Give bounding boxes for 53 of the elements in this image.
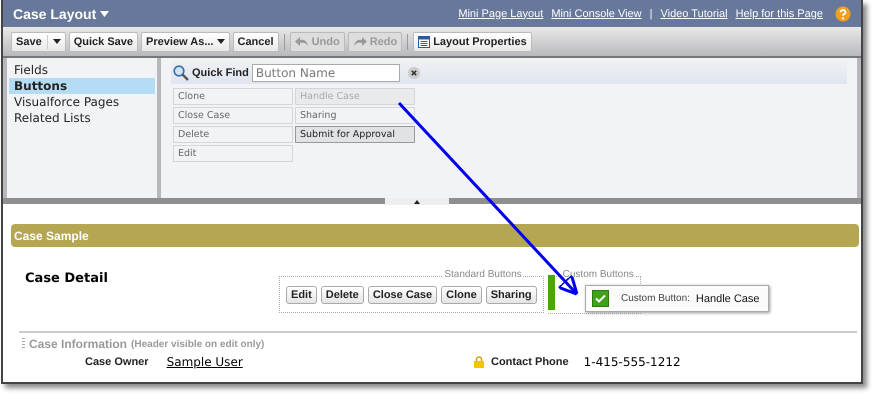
- redo-icon: [352, 36, 367, 47]
- field-value: 1-415-555-1212: [584, 355, 681, 369]
- layout-button[interactable]: Delete: [320, 286, 364, 304]
- palette-button-item[interactable]: Edit: [173, 145, 293, 162]
- field-label: Case Owner: [85, 356, 149, 368]
- group-legend: Standard Buttons: [443, 269, 523, 280]
- dragged-button-item[interactable]: Custom Button: Handle Case: [585, 285, 769, 312]
- header-link[interactable]: Help for this Page: [736, 8, 823, 20]
- section-title: Case Sample: [14, 228, 89, 242]
- palette-button-item[interactable]: Submit for Approval: [295, 126, 415, 143]
- layout-button[interactable]: Clone: [441, 286, 482, 304]
- palette-button-item[interactable]: Close Case: [173, 107, 293, 124]
- search-icon: [173, 64, 189, 80]
- layout-button[interactable]: Sharing: [486, 286, 537, 304]
- group-legend: Custom Buttons: [562, 269, 635, 280]
- layout-button[interactable]: Edit: [286, 286, 317, 304]
- properties-icon: [418, 36, 430, 48]
- toolbar-button[interactable]: Preview As...: [141, 32, 230, 52]
- undo-icon: [294, 36, 309, 47]
- section-note: (Header visible on edit only): [131, 338, 264, 350]
- caret-icon[interactable]: [52, 39, 61, 44]
- palette-button-item[interactable]: Clone: [173, 88, 293, 105]
- section-title: Case Information: [29, 337, 128, 351]
- field-value-link[interactable]: Sample User: [166, 355, 243, 369]
- sidebar-item[interactable]: Visualforce Pages: [9, 94, 155, 110]
- window-title[interactable]: Case Layout: [13, 6, 96, 22]
- dragged-item-value: Handle Case: [696, 292, 760, 304]
- quick-find-field[interactable]: Button Name: [252, 64, 400, 82]
- drag-grip-icon: [22, 338, 25, 350]
- caret-icon[interactable]: [216, 39, 224, 44]
- save-button[interactable]: Save: [11, 32, 66, 52]
- dragged-item-label: Custom Button:: [621, 293, 690, 304]
- help-icon[interactable]: [835, 6, 851, 22]
- toolbar-button[interactable]: Cancel: [232, 32, 279, 52]
- drop-indicator: [548, 275, 555, 310]
- link-separator: |: [650, 8, 652, 20]
- header-link[interactable]: Video Tutorial: [660, 8, 728, 20]
- palette-button-item[interactable]: Delete: [173, 126, 293, 143]
- sidebar-item[interactable]: Fields: [9, 62, 155, 78]
- clear-icon[interactable]: [408, 66, 420, 78]
- palette-button-item[interactable]: Sharing: [295, 107, 415, 124]
- field-label: Contact Phone: [491, 356, 569, 368]
- layout-button[interactable]: Close Case: [368, 286, 438, 304]
- toolbar-button[interactable]: Layout Properties: [413, 32, 532, 52]
- quick-find-label: Quick Find: [192, 66, 249, 78]
- header-link[interactable]: Mini Console View: [551, 8, 642, 20]
- collapse-handle[interactable]: [385, 198, 449, 205]
- lock-icon: [474, 356, 484, 368]
- sidebar-item[interactable]: Buttons: [9, 78, 155, 94]
- sidebar-item[interactable]: Related Lists: [9, 110, 155, 126]
- detail-title: Case Detail: [25, 271, 109, 286]
- header-link[interactable]: Mini Page Layout: [458, 8, 544, 20]
- toolbar-button[interactable]: Quick Save: [68, 32, 138, 52]
